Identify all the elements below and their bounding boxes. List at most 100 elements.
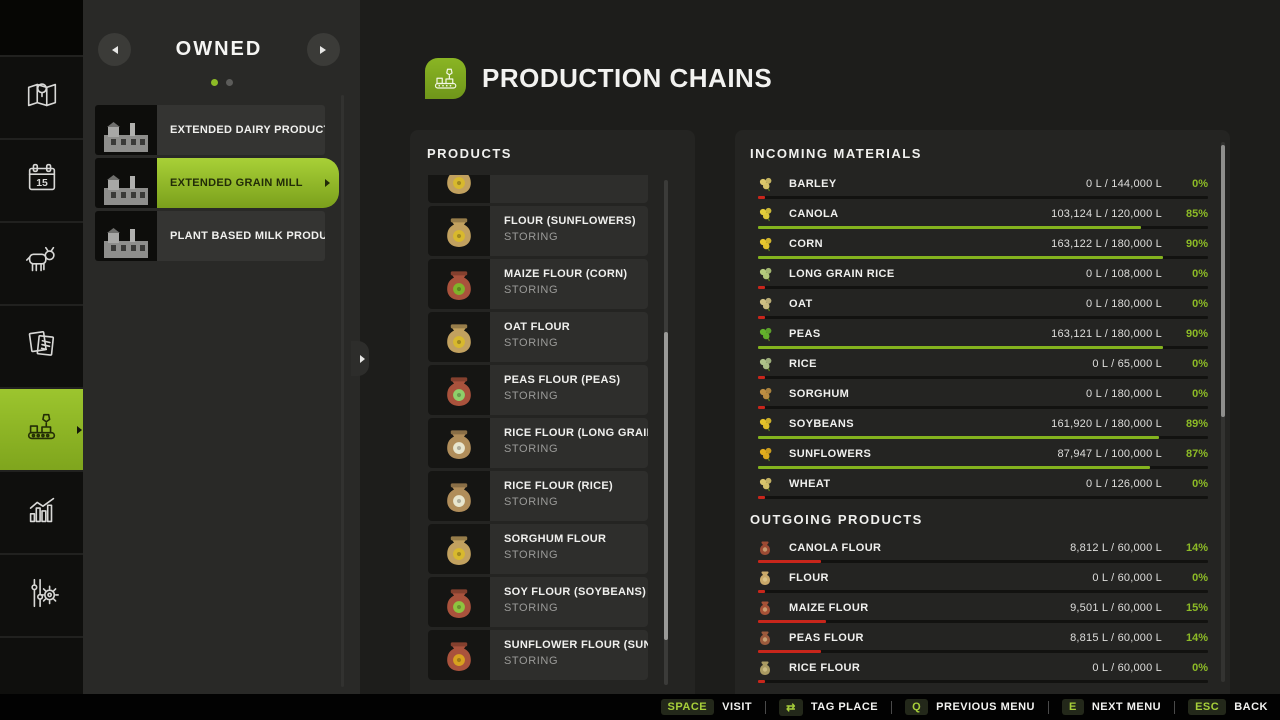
product-item[interactable]: OAT FLOUR STORING — [428, 312, 648, 362]
product-item[interactable]: SORGHUM FLOUR STORING — [428, 524, 648, 574]
owned-facility-item[interactable]: PLANT BASED MILK PRODU... — [95, 211, 325, 261]
keybind-hint[interactable]: ESC BACK — [1188, 699, 1268, 715]
hint-separator — [1048, 701, 1049, 714]
products-scrollbar-thumb[interactable] — [664, 332, 668, 640]
panel-collapse-handle[interactable] — [351, 341, 369, 376]
material-row: SOYBEANS 161,920 L / 180,000 L 89% — [758, 413, 1208, 443]
material-row: OAT 0 L / 180,000 L 0% — [758, 293, 1208, 323]
statistics-icon — [23, 491, 61, 534]
product-item[interactable]: STORING — [428, 175, 648, 203]
material-name: CORN — [789, 238, 823, 250]
owned-header: OWNED — [83, 0, 360, 66]
fill-level-bar — [758, 590, 1208, 593]
fill-level-bar — [758, 466, 1208, 469]
material-row: CORN 163,122 L / 180,000 L 90% — [758, 233, 1208, 263]
hint-label: BACK — [1234, 701, 1268, 713]
fill-level-bar — [758, 680, 1208, 683]
incoming-materials-title: INCOMING MATERIALS — [735, 130, 1230, 161]
sidebar: 15 — [0, 0, 83, 694]
product-sack-icon — [428, 577, 490, 627]
owned-next-button[interactable] — [307, 33, 340, 66]
fill-level-bar — [758, 316, 1208, 319]
material-amount: 0 L / 108,000 L — [1086, 268, 1162, 280]
keybind-hint[interactable]: SPACE VISIT — [661, 699, 753, 715]
material-row: MAIZE FLOUR 9,501 L / 60,000 L 15% — [758, 597, 1208, 627]
product-item[interactable]: MAIZE FLOUR (CORN) STORING — [428, 259, 648, 309]
product-name: SUNFLOWER FLOUR (SUNFL... — [504, 639, 648, 651]
facility-thumbnail — [95, 105, 157, 155]
product-info: PEAS FLOUR (PEAS) STORING — [490, 365, 648, 415]
materials-scrollbar-track[interactable] — [1221, 142, 1225, 682]
key-badge: ESC — [1188, 699, 1226, 715]
sidebar-item-production-chains[interactable] — [0, 389, 83, 472]
product-name: PEAS FLOUR (PEAS) — [504, 374, 648, 386]
product-item[interactable]: SOY FLOUR (SOYBEANS) STORING — [428, 577, 648, 627]
product-name: OAT FLOUR — [504, 321, 648, 333]
hint-label: VISIT — [722, 701, 752, 713]
product-status: STORING — [504, 175, 648, 178]
owned-title: OWNED — [176, 38, 263, 61]
materials-scrollbar-thumb[interactable] — [1221, 145, 1225, 417]
keybind-hint[interactable]: ⇄ TAG PLACE — [779, 699, 878, 716]
papers-icon — [23, 325, 61, 368]
product-item[interactable]: PEAS FLOUR (PEAS) STORING — [428, 365, 648, 415]
product-item[interactable]: SUNFLOWER FLOUR (SUNFL... STORING — [428, 630, 648, 680]
material-percent: 0% — [1162, 388, 1208, 400]
sidebar-item-map[interactable] — [0, 57, 83, 140]
material-icon — [758, 416, 774, 432]
product-status: STORING — [504, 443, 648, 455]
cow-icon — [23, 242, 61, 285]
production-chains-screen: { "colors": { "accent": "#8dbb26", "bar_… — [0, 0, 1280, 720]
sidebar-item-prices[interactable] — [0, 306, 83, 389]
fill-level-bar — [758, 620, 1208, 623]
material-name: RICE FLOUR — [789, 662, 860, 674]
material-name: CANOLA FLOUR — [789, 542, 881, 554]
page-header: PRODUCTION CHAINS — [425, 58, 772, 99]
material-amount: 0 L / 126,000 L — [1086, 478, 1162, 490]
sidebar-item-animals[interactable] — [0, 223, 83, 306]
sidebar-item-statistics[interactable] — [0, 472, 83, 555]
fill-level-bar — [758, 560, 1208, 563]
sidebar-top-spacer — [0, 0, 83, 57]
material-amount: 87,947 L / 100,000 L — [1057, 448, 1162, 460]
owned-facility-item[interactable]: EXTENDED DAIRY PRODUCT... — [95, 105, 325, 155]
svg-text:15: 15 — [36, 178, 48, 189]
fill-level-bar — [758, 496, 1208, 499]
product-name: FLOUR (SUNFLOWERS) — [504, 215, 648, 227]
product-name: RICE FLOUR (LONG GRAIN R... — [504, 427, 648, 439]
product-info: RICE FLOUR (RICE) STORING — [490, 471, 648, 521]
sidebar-item-settings[interactable] — [0, 555, 83, 638]
material-name: CANOLA — [789, 208, 838, 220]
product-item[interactable]: RICE FLOUR (RICE) STORING — [428, 471, 648, 521]
material-amount: 163,121 L / 180,000 L — [1051, 328, 1162, 340]
material-name: LONG GRAIN RICE — [789, 268, 895, 280]
owned-prev-button[interactable] — [98, 33, 131, 66]
product-name: MAIZE FLOUR (CORN) — [504, 268, 648, 280]
product-item[interactable]: RICE FLOUR (LONG GRAIN R... STORING — [428, 418, 648, 468]
product-info: MAIZE FLOUR (CORN) STORING — [490, 259, 648, 309]
product-status: STORING — [504, 602, 648, 614]
material-percent: 0% — [1162, 358, 1208, 370]
left-arrow-icon — [112, 46, 118, 54]
incoming-materials-list: BARLEY 0 L / 144,000 L 0% CANOLA 103,124… — [735, 173, 1230, 503]
hint-separator — [765, 701, 766, 714]
material-icon — [758, 386, 774, 402]
map-icon — [23, 76, 61, 119]
keybind-hint[interactable]: E NEXT MENU — [1062, 699, 1161, 715]
page-dot — [226, 79, 233, 86]
products-scrollbar-track[interactable] — [664, 180, 668, 685]
material-percent: 0% — [1162, 662, 1208, 674]
material-row: FLOUR 0 L / 60,000 L 0% — [758, 567, 1208, 597]
owned-facility-item[interactable]: EXTENDED GRAIN MILL — [95, 158, 325, 208]
facility-label: EXTENDED GRAIN MILL — [157, 158, 339, 208]
material-name: PEAS — [789, 328, 821, 340]
material-amount: 103,124 L / 120,000 L — [1051, 208, 1162, 220]
material-amount: 161,920 L / 180,000 L — [1051, 418, 1162, 430]
sidebar-item-calendar[interactable]: 15 — [0, 140, 83, 223]
material-icon — [758, 446, 774, 462]
keybind-hint[interactable]: Q PREVIOUS MENU — [905, 699, 1035, 715]
product-item[interactable]: FLOUR (SUNFLOWERS) STORING — [428, 206, 648, 256]
facility-label: PLANT BASED MILK PRODU... — [157, 211, 325, 261]
product-status: STORING — [504, 231, 648, 243]
owned-scrollbar[interactable] — [341, 95, 344, 687]
